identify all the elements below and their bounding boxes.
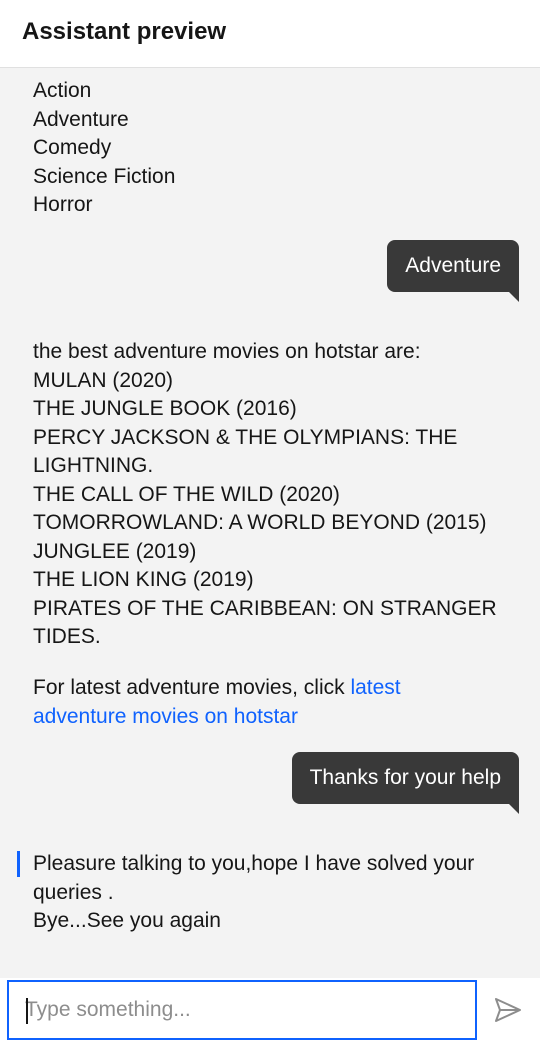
- movie-line: TIDES.: [33, 625, 101, 648]
- movie-line: MULAN (2020): [33, 368, 174, 392]
- bye-line: Pleasure talking to you,hope I have solv…: [33, 852, 475, 875]
- message-input[interactable]: [9, 982, 475, 1038]
- user-message: Adventure: [387, 240, 519, 302]
- movie-line: THE LION KING (2019): [33, 568, 254, 591]
- bot-message-movies: the best adventure movies on hotstar are…: [33, 338, 497, 652]
- latest-link-part-2[interactable]: adventure movies on hotstar: [33, 703, 401, 732]
- movie-line: THE JUNGLE BOOK (2016): [33, 397, 297, 420]
- chat-transcript[interactable]: Action Adventure Comedy Science Fiction …: [0, 68, 540, 978]
- movie-line: the best adventure movies on hotstar are…: [33, 340, 421, 363]
- bot-message-bye: Pleasure talking to you,hope I have solv…: [33, 850, 474, 936]
- movie-line: PERCY JACKSON & THE OLYMPIANS: THE: [33, 425, 458, 449]
- page-title: Assistant preview: [22, 18, 227, 45]
- message-input-box[interactable]: [7, 980, 477, 1040]
- option-item: Science Fiction: [33, 164, 176, 188]
- option-item: Comedy: [33, 136, 112, 159]
- send-icon: [495, 998, 521, 1022]
- option-item: Adventure: [33, 107, 129, 131]
- option-item: Action: [33, 79, 92, 102]
- movie-line: THE CALL OF THE WILD (2020): [33, 482, 340, 506]
- bot-message-latest: For latest adventure movies, click lates…: [33, 674, 401, 731]
- message-accent-bar: [17, 851, 20, 877]
- bye-line: queries .: [33, 880, 114, 904]
- bot-message-options: Action Adventure Comedy Science Fiction …: [33, 77, 175, 220]
- send-button[interactable]: [488, 992, 528, 1028]
- movie-line: PIRATES OF THE CARIBBEAN: ON STRANGER: [33, 596, 497, 620]
- user-message: Thanks for your help: [291, 752, 520, 814]
- composer: [0, 978, 540, 1042]
- latest-line-1: For latest adventure movies, click lates…: [33, 674, 401, 703]
- movie-line: LIGHTNING.: [33, 454, 154, 477]
- bye-line: Bye...See you again: [33, 909, 221, 932]
- header: Assistant preview: [0, 0, 540, 68]
- movie-line: JUNGLEE (2019): [33, 539, 197, 563]
- text-caret: [26, 998, 28, 1024]
- option-item: Horror: [33, 193, 93, 216]
- latest-link-part-1[interactable]: latest: [350, 676, 400, 699]
- latest-prefix: For latest adventure movies, click: [33, 676, 351, 699]
- movie-line: TOMORROWLAND: A WORLD BEYOND (2015): [33, 511, 487, 534]
